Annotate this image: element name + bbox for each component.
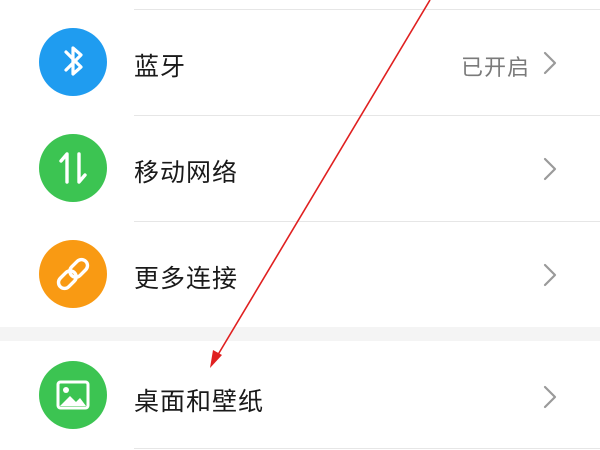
mobile-data-icon [39, 134, 107, 202]
settings-item-mobile-network[interactable]: 移动网络 [0, 116, 600, 221]
settings-item-label: 移动网络 [134, 158, 239, 187]
settings-page: 蓝牙 已开启 移动网络 更多连接 桌面和壁纸 [0, 0, 600, 450]
settings-item-label: 蓝牙 [134, 52, 187, 81]
settings-item-desktop-wallpaper[interactable]: 桌面和壁纸 [0, 341, 600, 448]
chevron-right-icon [543, 263, 557, 287]
chevron-right-icon [543, 385, 557, 409]
chevron-right-icon [543, 157, 557, 181]
divider [134, 448, 600, 449]
settings-item-bluetooth[interactable]: 蓝牙 已开启 [0, 10, 600, 115]
settings-item-label: 更多连接 [134, 264, 239, 293]
chevron-right-icon [543, 51, 557, 75]
link-icon [39, 240, 107, 308]
settings-item-more-connections[interactable]: 更多连接 [0, 222, 600, 327]
wallpaper-icon [39, 361, 107, 429]
status-value: 已开启 [460, 56, 530, 81]
bluetooth-icon [39, 28, 107, 96]
section-separator [0, 327, 600, 341]
settings-item-label: 桌面和壁纸 [134, 387, 265, 416]
